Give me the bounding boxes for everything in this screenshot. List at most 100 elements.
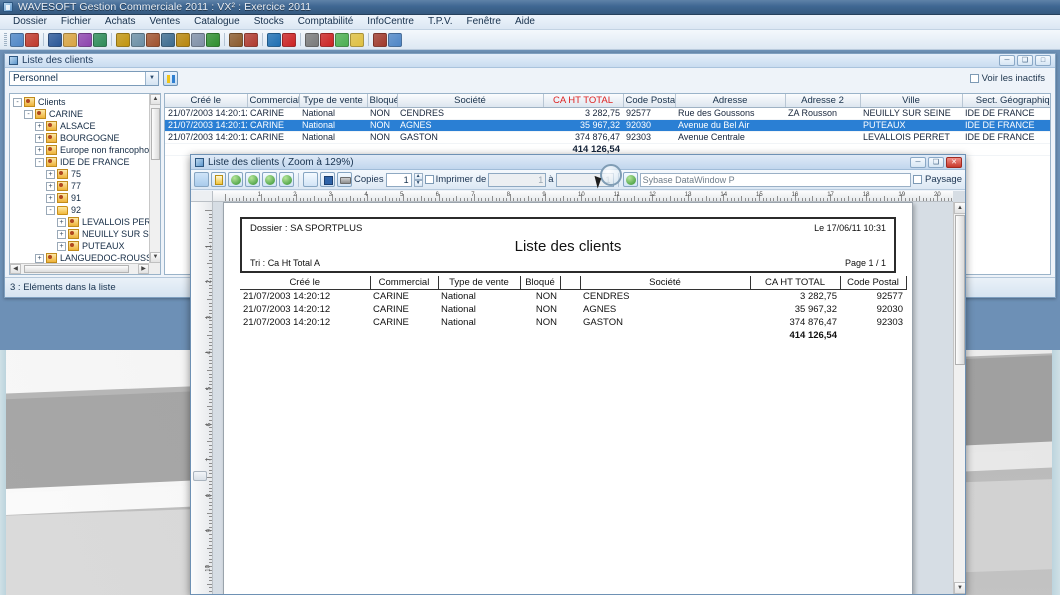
copies-input[interactable]: 1 <box>385 172 412 187</box>
table-row[interactable]: 21/07/2003 14:20:12 CARINE National NON AGNE… <box>165 119 1050 132</box>
print-icon[interactable] <box>337 172 352 187</box>
personnel-dropdown[interactable]: Personnel ▼ <box>9 70 159 86</box>
restore-button[interactable]: ❑ <box>1017 55 1033 66</box>
tree-node-77[interactable]: +77 <box>13 180 149 192</box>
paysage-checkbox-group[interactable]: Paysage <box>913 174 962 185</box>
paysage-checkbox[interactable] <box>913 175 923 184</box>
palette-icon[interactable] <box>229 32 243 47</box>
tree-node-languedoc-roussill[interactable]: + LANGUEDOC-ROUSSILL <box>13 252 149 263</box>
preview-toolbar[interactable]: Copies 1 ▲▼ Imprimer de 1 à 1 Sybase Dat… <box>191 170 965 190</box>
tree-node-europe-non-francopho[interactable]: + Europe non francopho <box>13 144 149 156</box>
save-icon[interactable] <box>320 172 335 187</box>
refresh-icon[interactable] <box>350 32 364 47</box>
menu-item-tpv[interactable]: T.P.V. <box>421 15 459 29</box>
range-from-input[interactable]: 1 <box>488 172 547 187</box>
menu-item-infocentre[interactable]: InfoCentre <box>360 15 421 29</box>
menu-item-fentre[interactable]: Fenêtre <box>459 15 507 29</box>
collapse-icon[interactable]: - <box>35 157 44 167</box>
preview-scroll-up[interactable]: ▲ <box>954 202 965 214</box>
scroll-right-arrow[interactable]: ▶ <box>138 264 149 274</box>
insert-row-icon[interactable] <box>116 32 130 47</box>
menu-item-aide[interactable]: Aide <box>508 15 542 29</box>
expand-icon[interactable]: + <box>35 133 44 143</box>
scroll-down-arrow[interactable]: ▼ <box>150 252 160 263</box>
tree-node-carine[interactable]: - CARINE <box>13 108 149 120</box>
menu-item-comptabilit[interactable]: Comptabilité <box>291 15 361 29</box>
document-icon[interactable] <box>63 32 77 47</box>
lock-icon[interactable] <box>176 32 190 47</box>
menu-item-catalogue[interactable]: Catalogue <box>187 15 247 29</box>
tree-node-clients[interactable]: - Clients <box>13 96 149 108</box>
scroll-up-arrow[interactable]: ▲ <box>150 94 160 105</box>
undo-icon[interactable] <box>191 32 205 47</box>
tree-node-75[interactable]: +75 <box>13 168 149 180</box>
tree-node-bourgogne[interactable]: + BOURGOGNE <box>13 132 149 144</box>
tree-vertical-scrollbar[interactable]: ▲ ▼ <box>149 94 160 263</box>
scissors-icon[interactable] <box>78 32 92 47</box>
expand-icon[interactable]: + <box>57 217 66 227</box>
menu-item-fichier[interactable]: Fichier <box>54 15 98 29</box>
preview-vertical-scrollbar[interactable]: ▲ ▼ <box>953 202 965 594</box>
binoculars-icon[interactable] <box>48 32 62 47</box>
preview-scroll-thumb[interactable] <box>955 215 965 365</box>
keyboard-icon[interactable] <box>161 32 175 47</box>
app-toolbar[interactable] <box>0 30 1060 50</box>
preview-titlebar[interactable]: Liste des clients ( Zoom à 129%) ─ ❑ ✕ <box>191 155 965 170</box>
tree-node-neuilly-sur-se[interactable]: + NEUILLY SUR SE <box>13 228 149 240</box>
expand-icon[interactable]: + <box>35 145 44 155</box>
printer-name-field[interactable]: Sybase DataWindow P <box>639 172 912 187</box>
expand-icon[interactable]: + <box>46 181 55 191</box>
grid-column-header[interactable]: CA HT TOTAL <box>543 94 624 108</box>
zoom-out-icon[interactable] <box>262 172 277 187</box>
package-icon[interactable] <box>244 32 258 47</box>
expand-icon[interactable]: + <box>57 229 66 239</box>
grid-column-header[interactable]: Type de vente <box>299 94 368 108</box>
text-t-icon[interactable] <box>335 32 349 47</box>
export-icon[interactable] <box>282 32 296 47</box>
minimize-button[interactable]: ─ <box>999 55 1015 66</box>
menu-item-dossier[interactable]: Dossier <box>6 15 54 29</box>
list-window-controls[interactable]: ─ ❑ □ <box>999 55 1055 66</box>
delete-document-icon[interactable] <box>25 32 39 47</box>
menu-item-ventes[interactable]: Ventes <box>143 15 188 29</box>
toolbar-grip[interactable] <box>4 33 7 46</box>
question-icon[interactable] <box>93 32 107 47</box>
grid-column-header[interactable]: Sect. Géographique <box>962 94 1050 108</box>
grid-column-header[interactable]: Adresse 2 <box>785 94 861 108</box>
copies-stepper[interactable]: ▲ ▼ <box>413 172 423 187</box>
page-scroll-area[interactable]: Dossier : SA SPORTPLUS Le 17/06/11 10:31… <box>213 202 953 594</box>
collapse-icon[interactable]: - <box>24 109 33 119</box>
printer-setup-icon[interactable] <box>622 172 638 187</box>
list-window-titlebar[interactable]: Liste des clients ─ ❑ □ <box>5 54 1055 68</box>
preview-scroll-down[interactable]: ▼ <box>954 582 965 594</box>
expand-icon[interactable]: + <box>46 169 55 179</box>
zoom-fit-icon[interactable] <box>228 172 243 187</box>
expand-icon[interactable]: + <box>46 193 55 203</box>
phone-icon[interactable] <box>146 32 160 47</box>
menu-item-achats[interactable]: Achats <box>98 15 143 29</box>
grid-column-header[interactable]: Société <box>397 94 544 108</box>
preview-restore-button[interactable]: ❑ <box>928 156 944 168</box>
maximize-button[interactable]: □ <box>1035 55 1051 66</box>
note-icon[interactable] <box>373 32 387 47</box>
imprimer-de-checkbox[interactable] <box>424 175 434 184</box>
preview-side-tab[interactable] <box>193 471 207 481</box>
book-icon[interactable] <box>388 32 402 47</box>
expand-icon[interactable]: + <box>57 241 66 251</box>
tree-node-ide-de-france[interactable]: - IDE DE FRANCE <box>13 156 149 168</box>
tree-node-levallois-peri[interactable]: + LEVALLOIS PERI <box>13 216 149 228</box>
expand-icon[interactable]: + <box>35 253 44 263</box>
preview-close-button[interactable]: ✕ <box>946 156 962 168</box>
expand-icon[interactable]: + <box>35 121 44 131</box>
grid-column-header[interactable]: Bloqué <box>367 94 398 108</box>
grid-column-header[interactable]: Créé le <box>165 94 248 108</box>
page-setup-icon[interactable] <box>211 172 226 187</box>
table-row[interactable]: 21/07/2003 14:20:12 CARINE National NON GAST… <box>165 131 1050 144</box>
open-folder-icon[interactable] <box>10 32 24 47</box>
collapse-icon[interactable]: - <box>46 205 55 215</box>
grid-header-row[interactable]: Créé le Commercial Type de vente Bloqué Soci… <box>165 94 1050 108</box>
tree-node-92[interactable]: - 92 <box>13 204 149 216</box>
preview-minimize-button[interactable]: ─ <box>910 156 926 168</box>
chevron-down-icon[interactable]: ▼ <box>145 71 158 85</box>
table-row[interactable]: 21/07/2003 14:20:12 CARINE National NON CEND… <box>165 107 1050 120</box>
